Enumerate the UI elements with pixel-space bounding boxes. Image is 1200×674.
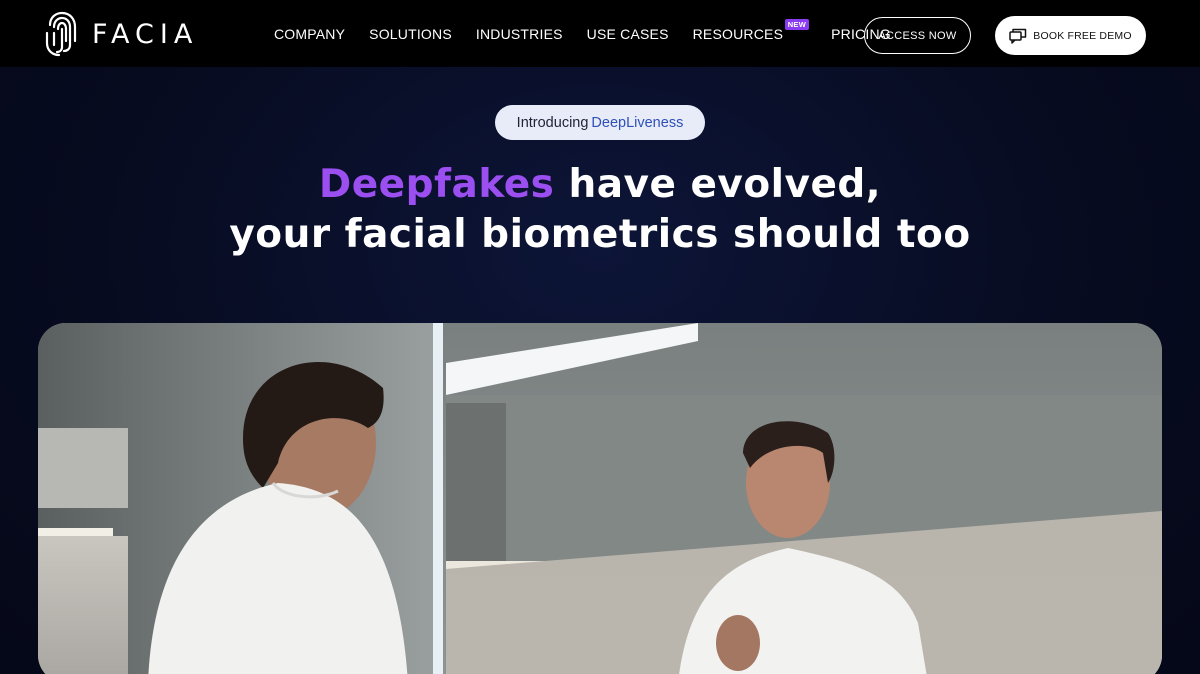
facia-logo[interactable]: FACIA bbox=[44, 10, 198, 58]
nav-item-company[interactable]: COMPANY bbox=[274, 26, 345, 42]
nav-item-resources-label: RESOURCES bbox=[692, 25, 784, 42]
hero-headline: Deepfakes have evolved, your facial biom… bbox=[0, 160, 1200, 260]
headline-rest: have evolved, bbox=[554, 162, 882, 207]
nav-item-industries[interactable]: INDUSTRIES bbox=[476, 26, 563, 42]
pill-accent: DeepLiveness bbox=[591, 114, 684, 131]
pill-prefix: Introducing bbox=[516, 114, 589, 131]
nav-item-solutions[interactable]: SOLUTIONS bbox=[369, 26, 452, 42]
headline-line2: your facial biometrics should too bbox=[229, 212, 971, 257]
book-free-demo-button[interactable]: BOOK FREE DEMO bbox=[995, 16, 1146, 55]
brand-name: FACIA bbox=[92, 18, 199, 50]
chat-icon bbox=[1009, 28, 1027, 44]
fingerprint-icon bbox=[45, 11, 77, 57]
hero-video-scene bbox=[38, 323, 1162, 674]
top-navbar: FACIA COMPANY SOLUTIONS INDUSTRIES USE C… bbox=[0, 0, 1200, 67]
headline-highlight: Deepfakes bbox=[318, 162, 555, 207]
nav-item-resources[interactable]: RESOURCES NEW bbox=[692, 18, 810, 42]
nav-item-use-cases[interactable]: USE CASES bbox=[587, 26, 669, 42]
introducing-pill[interactable]: Introducing DeepLiveness bbox=[495, 105, 705, 140]
new-badge: NEW bbox=[784, 18, 810, 30]
hero-video[interactable] bbox=[38, 323, 1162, 674]
primary-nav: COMPANY SOLUTIONS INDUSTRIES USE CASES R… bbox=[274, 0, 915, 67]
access-now-button[interactable]: ACCESS NOW bbox=[864, 17, 971, 54]
book-free-demo-label: BOOK FREE DEMO bbox=[1033, 29, 1132, 42]
